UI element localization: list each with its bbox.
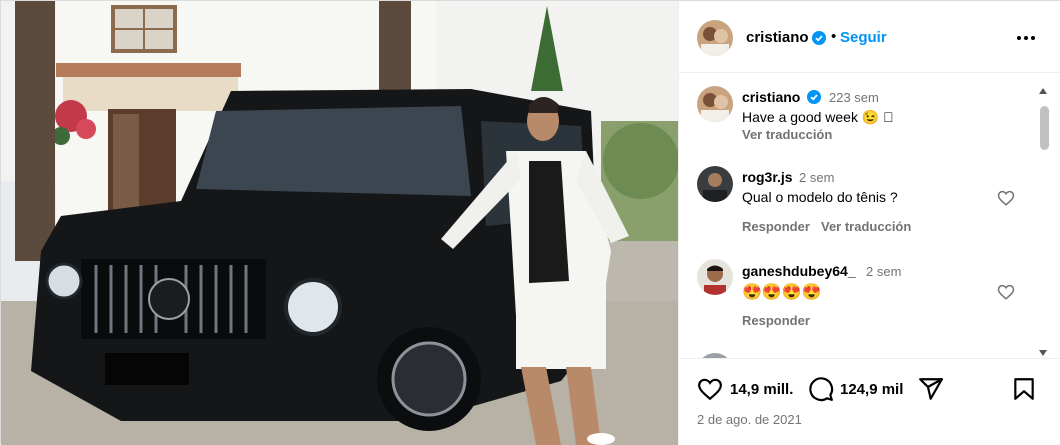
post-modal: cristiano • Seguir cristiano 223 sem Hav… (0, 0, 1060, 445)
comment-like-heart-icon[interactable] (997, 189, 1015, 207)
comments-count: 124,9 mil (840, 381, 904, 398)
verified-badge-icon (807, 90, 821, 104)
post-actions: 14,9 mill. 124,9 mil 2 de ago. de 2021 (679, 358, 1060, 445)
comment-text: Have a good week 😉 🏽 (742, 109, 894, 125)
post-sidebar: cristiano • Seguir cristiano 223 sem Hav… (678, 1, 1060, 445)
heart-icon[interactable] (697, 376, 723, 402)
comment-time: 2 sem (866, 264, 902, 279)
author-username[interactable]: cristiano (746, 29, 809, 46)
post-header: cristiano • Seguir (679, 1, 1060, 73)
translate-link[interactable]: Ver traducción (742, 127, 832, 142)
reply-button[interactable]: Responder (742, 219, 810, 234)
post-date[interactable]: 2 de ago. de 2021 (697, 412, 802, 427)
header-separator: • (831, 28, 837, 45)
avatar-image (697, 259, 733, 295)
comment-avatar[interactable] (697, 259, 733, 295)
comments-list[interactable]: cristiano 223 sem Have a good week 😉 🏽 V… (679, 74, 1060, 358)
comment-username[interactable]: ganeshdubey64_ (742, 263, 856, 279)
comment-username[interactable]: rog3r.js (742, 169, 793, 185)
comment-username[interactable]: cristiano (742, 89, 800, 105)
scroll-up-arrow-icon[interactable] (1038, 82, 1048, 94)
scrollbar-thumb[interactable] (1040, 106, 1049, 150)
comment-time: 2 sem (799, 170, 835, 185)
more-options-icon[interactable] (1015, 27, 1037, 49)
avatar-image (697, 20, 733, 56)
comments-scrollbar[interactable] (1038, 82, 1049, 356)
comment-bubble-icon[interactable] (808, 376, 834, 402)
comment-time: 223 sem (829, 90, 879, 105)
scroll-down-arrow-icon[interactable] (1038, 344, 1048, 356)
post-photo[interactable] (1, 1, 678, 445)
paper-plane-icon[interactable] (918, 376, 944, 402)
author-avatar[interactable] (697, 20, 733, 56)
reply-button[interactable]: Responder (742, 313, 810, 328)
comment-text: Qual o modelo do tênis ? (742, 189, 898, 205)
caption-avatar[interactable] (697, 86, 733, 122)
translate-link[interactable]: Ver traducción (821, 219, 911, 234)
comment-avatar[interactable] (697, 166, 733, 202)
follow-button[interactable]: Seguir (840, 29, 887, 46)
avatar-image (697, 166, 733, 202)
bookmark-icon[interactable] (1011, 376, 1037, 402)
comment-like-heart-icon[interactable] (997, 283, 1015, 301)
avatar-image (697, 86, 733, 122)
photo-illustration (1, 1, 678, 445)
verified-badge-icon (812, 31, 826, 45)
comment-text: 😍😍😍😍 (742, 284, 822, 301)
likes-count[interactable]: 14,9 mill. (730, 381, 793, 398)
